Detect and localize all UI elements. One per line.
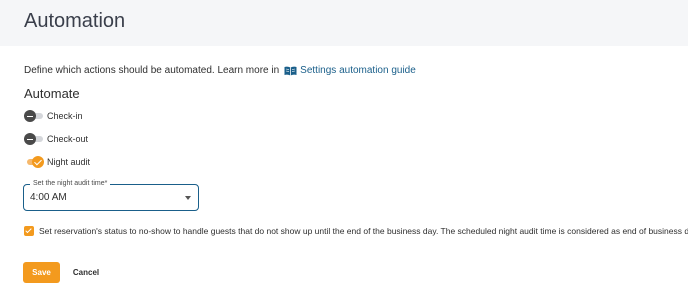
intro-text: Define which actions should be automated… bbox=[24, 65, 280, 76]
check-icon bbox=[25, 226, 32, 234]
intro-text-row: Define which actions should be automated… bbox=[24, 64, 416, 78]
night-audit-toggle-row: Night audit bbox=[24, 156, 90, 168]
night-audit-time-label: Set the night audit time* bbox=[30, 179, 111, 189]
caret-down-icon bbox=[185, 196, 191, 200]
page-title: Automation bbox=[24, 10, 126, 32]
no-show-checkbox-label: Set reservation's status to no-show to h… bbox=[39, 226, 688, 236]
checkout-toggle[interactable] bbox=[24, 133, 44, 145]
cancel-button[interactable]: Cancel bbox=[68, 262, 104, 283]
automate-section-title: Automate bbox=[24, 86, 80, 101]
page-header: Automation bbox=[0, 0, 688, 46]
night-audit-toggle-label: Night audit bbox=[47, 157, 91, 167]
book-icon bbox=[284, 66, 297, 76]
no-show-checkbox-row: Set reservation's status to no-show to h… bbox=[24, 226, 688, 236]
checkin-toggle-label: Check-in bbox=[47, 111, 83, 121]
checkin-toggle[interactable] bbox=[24, 110, 44, 122]
no-show-checkbox[interactable] bbox=[24, 226, 34, 236]
toggle-off-knob-icon bbox=[24, 110, 36, 122]
toggle-off-knob-icon bbox=[24, 133, 36, 145]
night-audit-time-value: 4:00 AM bbox=[30, 192, 67, 203]
settings-guide-link-label: Settings automation guide bbox=[300, 65, 416, 76]
checkout-toggle-label: Check-out bbox=[47, 134, 89, 144]
settings-guide-link[interactable]: Settings automation guide bbox=[284, 64, 416, 78]
checkin-toggle-row: Check-in bbox=[24, 110, 83, 122]
checkout-toggle-row: Check-out bbox=[24, 133, 88, 145]
night-audit-toggle[interactable] bbox=[24, 156, 44, 168]
save-button[interactable]: Save bbox=[23, 262, 60, 283]
night-audit-time-select[interactable]: Set the night audit time* 4:00 AM bbox=[23, 179, 199, 211]
